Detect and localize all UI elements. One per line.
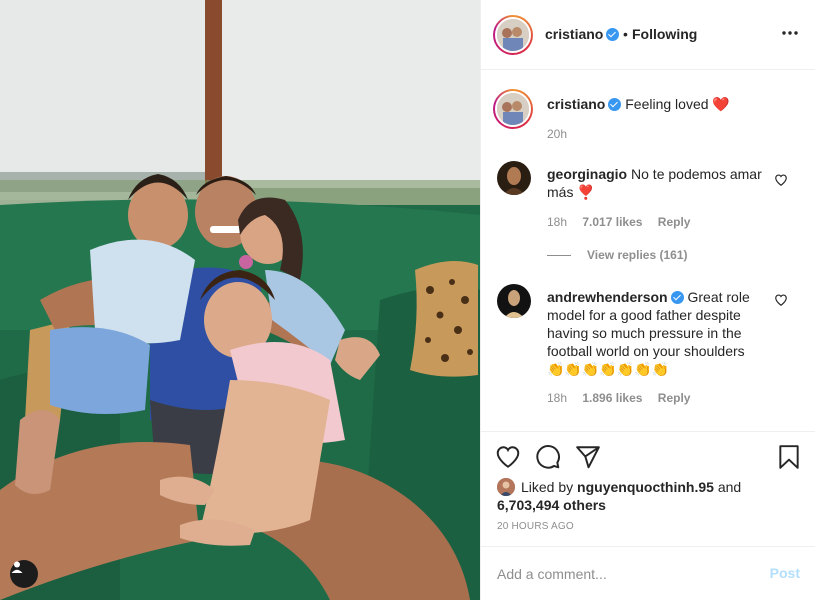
reply-button[interactable]: Reply bbox=[658, 391, 691, 405]
caption-avatar[interactable] bbox=[493, 89, 533, 129]
liked-by-prefix: Liked by bbox=[521, 479, 574, 495]
comment-time[interactable]: 18h bbox=[547, 391, 567, 405]
caption: cristiano Feeling loved ❤️ bbox=[547, 96, 730, 113]
bookmark-icon[interactable] bbox=[776, 444, 802, 470]
comment-like-heart-icon[interactable] bbox=[774, 173, 788, 187]
comment-likes[interactable]: 7.017 likes bbox=[582, 215, 642, 229]
comment-text-block: andrewhenderson Great role model for a g… bbox=[547, 288, 762, 378]
commenter-avatar[interactable] bbox=[497, 161, 531, 195]
author-username[interactable]: cristiano bbox=[545, 26, 620, 42]
likes-count[interactable]: 6,703,494 others bbox=[497, 497, 606, 513]
caption-text: Feeling loved ❤️ bbox=[625, 96, 730, 112]
comment-time[interactable]: 18h bbox=[547, 215, 567, 229]
post-photo[interactable] bbox=[0, 0, 480, 600]
verified-badge-icon bbox=[606, 28, 620, 41]
post-side-panel: cristiano • Following cristiano Feeling … bbox=[480, 0, 815, 600]
comment-icon[interactable] bbox=[535, 444, 561, 470]
liked-by: Liked by nguyenquocthinh.95 and 6,703,49… bbox=[497, 478, 741, 514]
comment-username[interactable]: georginagio bbox=[547, 166, 627, 182]
liker-username[interactable]: nguyenquocthinh.95 bbox=[577, 479, 714, 495]
view-replies-button[interactable]: View replies (161) bbox=[547, 248, 688, 262]
comments-section[interactable]: cristiano Feeling loved ❤️ 20h georginag… bbox=[481, 71, 815, 431]
verified-badge-icon bbox=[608, 98, 622, 111]
comment-meta: 18h 7.017 likes Reply bbox=[547, 215, 702, 229]
share-icon[interactable] bbox=[575, 444, 601, 470]
add-comment-bar: Post bbox=[481, 546, 815, 600]
caption-time[interactable]: 20h bbox=[547, 127, 567, 141]
comment-meta: 18h 1.896 likes Reply bbox=[547, 391, 702, 405]
author-username-text: cristiano bbox=[545, 26, 604, 42]
comment-text-block: georginagio No te podemos amar más ❣️ bbox=[547, 165, 762, 201]
post-header: cristiano • Following bbox=[481, 0, 815, 70]
post-timestamp[interactable]: 20 HOURS AGO bbox=[497, 521, 574, 532]
post-comment-button[interactable]: Post bbox=[770, 565, 800, 581]
post-actions: Liked by nguyenquocthinh.95 and 6,703,49… bbox=[481, 431, 815, 546]
liked-by-joiner: and bbox=[717, 479, 742, 495]
caption-username[interactable]: cristiano bbox=[547, 96, 605, 112]
add-comment-input[interactable] bbox=[497, 564, 747, 584]
reply-button[interactable]: Reply bbox=[658, 215, 691, 229]
comment-username[interactable]: andrewhenderson bbox=[547, 289, 668, 305]
verified-badge-icon bbox=[670, 291, 684, 304]
family-photo-illustration bbox=[0, 0, 480, 600]
following-button[interactable]: Following bbox=[632, 26, 697, 42]
header-separator: • bbox=[623, 26, 628, 42]
author-avatar[interactable] bbox=[493, 15, 533, 55]
heart-icon[interactable] bbox=[495, 444, 521, 470]
user-tag-icon[interactable] bbox=[10, 560, 38, 588]
more-options-icon[interactable] bbox=[782, 31, 798, 35]
commenter-avatar[interactable] bbox=[497, 284, 531, 318]
comment-likes[interactable]: 1.896 likes bbox=[582, 391, 642, 405]
comment-like-heart-icon[interactable] bbox=[774, 293, 788, 307]
liker-avatar[interactable] bbox=[497, 478, 515, 496]
